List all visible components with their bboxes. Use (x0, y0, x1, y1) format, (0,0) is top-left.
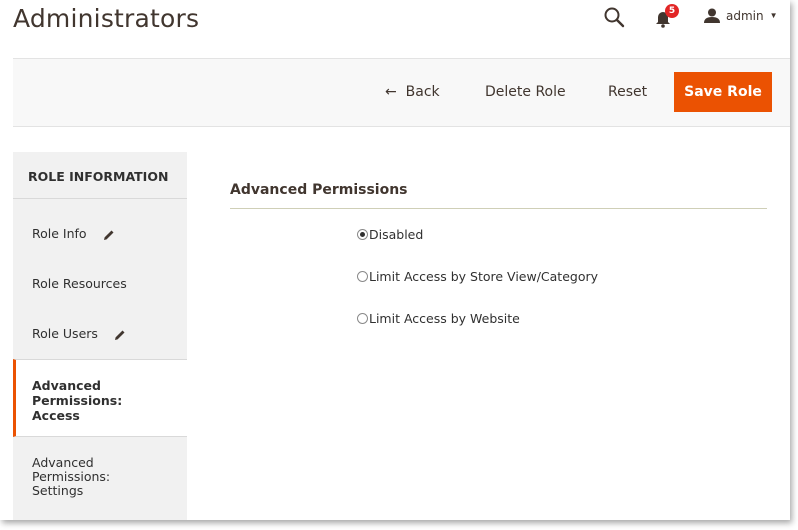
chevron-down-icon: ▼ (769, 11, 778, 20)
tab-advanced-permissions-access[interactable]: Advanced Permissions: Access (13, 359, 187, 437)
pencil-icon (114, 330, 125, 340)
back-button[interactable]: ← Back (385, 84, 440, 100)
role-information-tabs: ROLE INFORMATION Role Info Role Resource… (13, 152, 187, 520)
tab-advanced-permissions-settings[interactable]: Advanced Permissions: Settings (13, 456, 187, 498)
notifications-button[interactable]: 5 (654, 4, 680, 28)
arrow-left-icon: ← (385, 84, 406, 100)
radio-limit-website[interactable] (357, 313, 368, 324)
pencil-icon (103, 230, 114, 240)
radio-disabled[interactable] (357, 229, 368, 240)
app-window: Administrators 5 admin ▼ ← Back Delete R… (0, 0, 790, 520)
option-disabled[interactable]: Disabled (357, 227, 423, 242)
tab-role-resources[interactable]: Role Resources (13, 276, 187, 291)
section-title: Advanced Permissions (230, 182, 408, 198)
section-divider (230, 208, 767, 209)
tab-role-users[interactable]: Role Users (13, 326, 187, 341)
reset-button[interactable]: Reset (608, 84, 647, 100)
page-actions-bar: ← Back Delete Role Reset Save Role (13, 58, 790, 127)
sidebar-title: ROLE INFORMATION (13, 152, 187, 199)
save-role-button[interactable]: Save Role (674, 72, 772, 112)
user-menu[interactable]: admin ▼ (704, 8, 778, 23)
user-icon (704, 8, 720, 23)
user-name: admin (726, 8, 764, 23)
page-title: Administrators (13, 4, 200, 33)
option-limit-website[interactable]: Limit Access by Website (357, 311, 520, 326)
tab-role-info[interactable]: Role Info (13, 226, 187, 241)
option-limit-store-view[interactable]: Limit Access by Store View/Category (357, 269, 598, 284)
search-icon[interactable] (603, 6, 625, 28)
delete-role-button[interactable]: Delete Role (485, 84, 566, 100)
notification-badge: 5 (665, 4, 679, 18)
radio-limit-store-view[interactable] (357, 271, 368, 282)
